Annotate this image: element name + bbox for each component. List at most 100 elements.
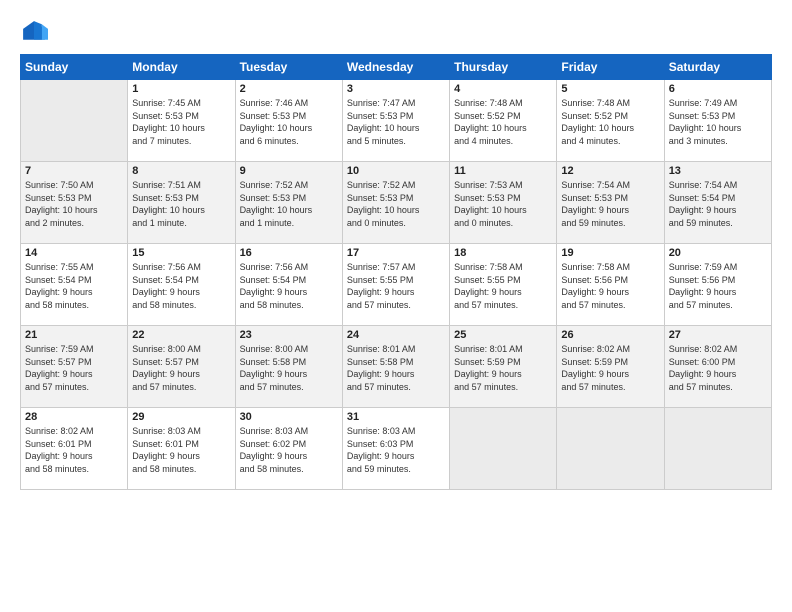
day-number: 30	[240, 411, 338, 423]
day-detail: Sunrise: 8:03 AM Sunset: 6:02 PM Dayligh…	[240, 425, 338, 475]
day-cell: 18 Sunrise: 7:58 AM Sunset: 5:55 PM Dayli…	[450, 244, 557, 326]
day-number: 19	[561, 247, 659, 259]
day-detail: Sunrise: 8:00 AM Sunset: 5:57 PM Dayligh…	[132, 343, 230, 393]
day-number: 10	[347, 165, 445, 177]
day-cell: 19 Sunrise: 7:58 AM Sunset: 5:56 PM Dayli…	[557, 244, 664, 326]
day-detail: Sunrise: 7:59 AM Sunset: 5:56 PM Dayligh…	[669, 261, 767, 311]
day-number: 20	[669, 247, 767, 259]
day-number: 8	[132, 165, 230, 177]
day-cell: 6 Sunrise: 7:49 AM Sunset: 5:53 PM Daylig…	[664, 80, 771, 162]
day-number: 27	[669, 329, 767, 341]
day-cell: 29 Sunrise: 8:03 AM Sunset: 6:01 PM Dayli…	[128, 408, 235, 490]
day-detail: Sunrise: 7:53 AM Sunset: 5:53 PM Dayligh…	[454, 179, 552, 229]
day-number: 3	[347, 83, 445, 95]
day-cell: 21 Sunrise: 7:59 AM Sunset: 5:57 PM Dayli…	[21, 326, 128, 408]
day-cell	[664, 408, 771, 490]
day-cell: 3 Sunrise: 7:47 AM Sunset: 5:53 PM Daylig…	[342, 80, 449, 162]
day-number: 31	[347, 411, 445, 423]
day-cell: 12Sunrise: 7:54 AM Sunset: 5:53 PM Dayli…	[557, 162, 664, 244]
day-cell: 17 Sunrise: 7:57 AM Sunset: 5:55 PM Dayli…	[342, 244, 449, 326]
week-row-5: 28 Sunrise: 8:02 AM Sunset: 6:01 PM Dayli…	[21, 408, 772, 490]
day-detail: Sunrise: 8:02 AM Sunset: 5:59 PM Dayligh…	[561, 343, 659, 393]
day-detail: Sunrise: 7:47 AM Sunset: 5:53 PM Dayligh…	[347, 97, 445, 147]
day-detail: Sunrise: 8:02 AM Sunset: 6:00 PM Dayligh…	[669, 343, 767, 393]
day-number: 5	[561, 83, 659, 95]
day-number: 17	[347, 247, 445, 259]
day-cell: 14Sunrise: 7:55 AM Sunset: 5:54 PM Dayli…	[21, 244, 128, 326]
day-cell: 20 Sunrise: 7:59 AM Sunset: 5:56 PM Dayli…	[664, 244, 771, 326]
day-number: 6	[669, 83, 767, 95]
day-cell: 28 Sunrise: 8:02 AM Sunset: 6:01 PM Dayli…	[21, 408, 128, 490]
day-number: 1	[132, 83, 230, 95]
col-header-tuesday: Tuesday	[235, 55, 342, 80]
day-number: 11	[454, 165, 552, 177]
day-number: 14	[25, 247, 123, 259]
day-cell: 4 Sunrise: 7:48 AM Sunset: 5:52 PM Daylig…	[450, 80, 557, 162]
day-number: 28	[25, 411, 123, 423]
day-cell: 9 Sunrise: 7:52 AM Sunset: 5:53 PM Daylig…	[235, 162, 342, 244]
day-number: 2	[240, 83, 338, 95]
day-cell: 16 Sunrise: 7:56 AM Sunset: 5:54 PM Dayli…	[235, 244, 342, 326]
col-header-sunday: Sunday	[21, 55, 128, 80]
day-detail: Sunrise: 7:45 AM Sunset: 5:53 PM Dayligh…	[132, 97, 230, 147]
day-cell: 10 Sunrise: 7:52 AM Sunset: 5:53 PM Dayli…	[342, 162, 449, 244]
day-detail: Sunrise: 7:51 AM Sunset: 5:53 PM Dayligh…	[132, 179, 230, 229]
day-number: 18	[454, 247, 552, 259]
day-number: 29	[132, 411, 230, 423]
day-number: 23	[240, 329, 338, 341]
day-cell: 25 Sunrise: 8:01 AM Sunset: 5:59 PM Dayli…	[450, 326, 557, 408]
logo-icon	[20, 18, 48, 46]
day-cell: 23 Sunrise: 8:00 AM Sunset: 5:58 PM Dayli…	[235, 326, 342, 408]
day-cell: 26Sunrise: 8:02 AM Sunset: 5:59 PM Dayli…	[557, 326, 664, 408]
day-detail: Sunrise: 7:56 AM Sunset: 5:54 PM Dayligh…	[240, 261, 338, 311]
day-detail: Sunrise: 8:00 AM Sunset: 5:58 PM Dayligh…	[240, 343, 338, 393]
day-number: 9	[240, 165, 338, 177]
col-header-friday: Friday	[557, 55, 664, 80]
day-detail: Sunrise: 7:58 AM Sunset: 5:55 PM Dayligh…	[454, 261, 552, 311]
day-cell	[21, 80, 128, 162]
day-detail: Sunrise: 7:46 AM Sunset: 5:53 PM Dayligh…	[240, 97, 338, 147]
col-header-wednesday: Wednesday	[342, 55, 449, 80]
header	[20, 18, 772, 46]
week-row-4: 21 Sunrise: 7:59 AM Sunset: 5:57 PM Dayli…	[21, 326, 772, 408]
day-number: 7	[25, 165, 123, 177]
week-row-2: 7 Sunrise: 7:50 AM Sunset: 5:53 PM Daylig…	[21, 162, 772, 244]
col-header-monday: Monday	[128, 55, 235, 80]
day-detail: Sunrise: 7:48 AM Sunset: 5:52 PM Dayligh…	[561, 97, 659, 147]
day-detail: Sunrise: 7:48 AM Sunset: 5:52 PM Dayligh…	[454, 97, 552, 147]
day-cell: 27 Sunrise: 8:02 AM Sunset: 6:00 PM Dayli…	[664, 326, 771, 408]
day-number: 16	[240, 247, 338, 259]
day-cell: 7 Sunrise: 7:50 AM Sunset: 5:53 PM Daylig…	[21, 162, 128, 244]
day-cell: 15Sunrise: 7:56 AM Sunset: 5:54 PM Dayli…	[128, 244, 235, 326]
day-cell: 22 Sunrise: 8:00 AM Sunset: 5:57 PM Dayli…	[128, 326, 235, 408]
day-detail: Sunrise: 7:54 AM Sunset: 5:54 PM Dayligh…	[669, 179, 767, 229]
day-detail: Sunrise: 8:03 AM Sunset: 6:03 PM Dayligh…	[347, 425, 445, 475]
week-row-3: 14Sunrise: 7:55 AM Sunset: 5:54 PM Dayli…	[21, 244, 772, 326]
day-cell	[450, 408, 557, 490]
day-number: 4	[454, 83, 552, 95]
day-detail: Sunrise: 7:58 AM Sunset: 5:56 PM Dayligh…	[561, 261, 659, 311]
header-row: SundayMondayTuesdayWednesdayThursdayFrid…	[21, 55, 772, 80]
day-detail: Sunrise: 7:59 AM Sunset: 5:57 PM Dayligh…	[25, 343, 123, 393]
day-number: 22	[132, 329, 230, 341]
day-number: 24	[347, 329, 445, 341]
day-detail: Sunrise: 8:02 AM Sunset: 6:01 PM Dayligh…	[25, 425, 123, 475]
day-detail: Sunrise: 7:49 AM Sunset: 5:53 PM Dayligh…	[669, 97, 767, 147]
day-detail: Sunrise: 8:01 AM Sunset: 5:58 PM Dayligh…	[347, 343, 445, 393]
day-cell: 31 Sunrise: 8:03 AM Sunset: 6:03 PM Dayli…	[342, 408, 449, 490]
day-cell: 5 Sunrise: 7:48 AM Sunset: 5:52 PM Daylig…	[557, 80, 664, 162]
day-number: 15	[132, 247, 230, 259]
day-detail: Sunrise: 8:01 AM Sunset: 5:59 PM Dayligh…	[454, 343, 552, 393]
day-cell: 30 Sunrise: 8:03 AM Sunset: 6:02 PM Dayli…	[235, 408, 342, 490]
day-number: 13	[669, 165, 767, 177]
day-detail: Sunrise: 7:57 AM Sunset: 5:55 PM Dayligh…	[347, 261, 445, 311]
day-detail: Sunrise: 7:52 AM Sunset: 5:53 PM Dayligh…	[240, 179, 338, 229]
day-number: 25	[454, 329, 552, 341]
day-number: 21	[25, 329, 123, 341]
day-detail: Sunrise: 7:52 AM Sunset: 5:53 PM Dayligh…	[347, 179, 445, 229]
calendar-table: SundayMondayTuesdayWednesdayThursdayFrid…	[20, 54, 772, 490]
day-number: 12	[561, 165, 659, 177]
day-detail: Sunrise: 8:03 AM Sunset: 6:01 PM Dayligh…	[132, 425, 230, 475]
day-detail: Sunrise: 7:50 AM Sunset: 5:53 PM Dayligh…	[25, 179, 123, 229]
day-cell: 24 Sunrise: 8:01 AM Sunset: 5:58 PM Dayli…	[342, 326, 449, 408]
